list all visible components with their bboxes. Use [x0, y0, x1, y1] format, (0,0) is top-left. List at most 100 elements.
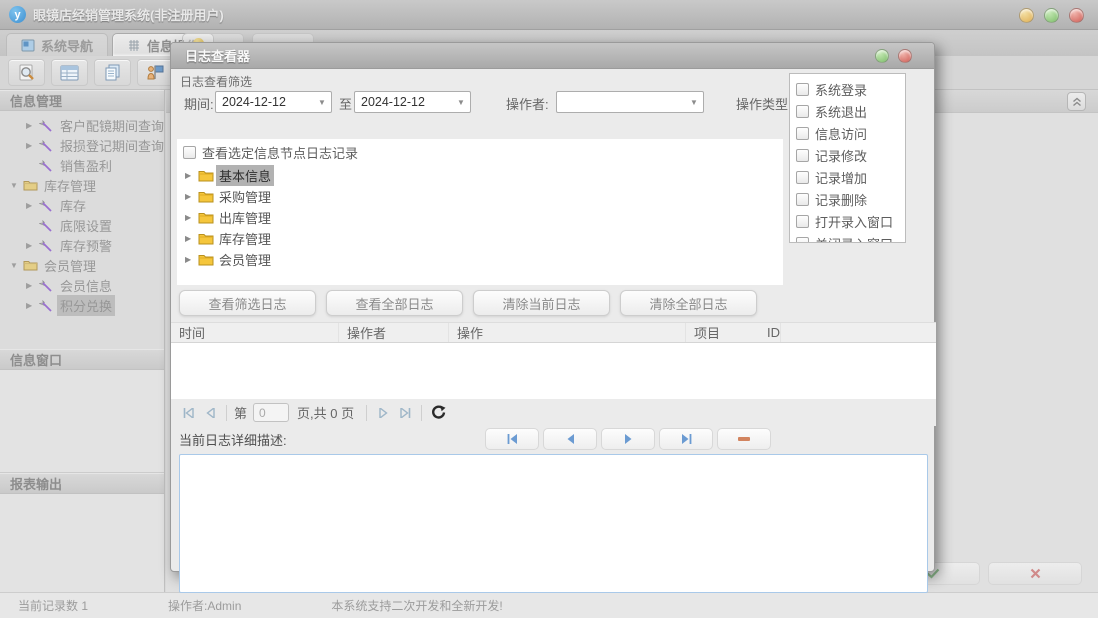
tree-expand-arrow-icon[interactable] — [185, 192, 198, 201]
log-table-column-header[interactable]: 操作者 — [339, 323, 449, 342]
sidebar-tree-item[interactable]: 报损登记期间查询 — [0, 135, 164, 155]
checkbox-icon[interactable] — [796, 214, 809, 228]
tree-expand-arrow-icon[interactable] — [10, 181, 23, 190]
tree-expand-arrow-icon[interactable] — [185, 171, 198, 180]
last-page-button[interactable] — [394, 403, 416, 423]
page-number-input[interactable] — [253, 403, 290, 422]
dialog-action-button-label: 查看筛选日志 — [208, 296, 287, 312]
dialog-maximize-button[interactable] — [875, 49, 889, 63]
operation-type-option[interactable]: 记录删除 — [790, 188, 905, 210]
tree-expand-arrow-icon[interactable] — [26, 301, 39, 310]
maximize-button[interactable] — [1044, 8, 1059, 23]
sidebar-tree-item[interactable]: 客户配镜期间查询 — [0, 115, 164, 135]
tree-expand-arrow-icon[interactable] — [185, 213, 198, 222]
tree-expand-arrow-icon[interactable] — [26, 201, 39, 210]
detail-prev-button[interactable] — [543, 428, 597, 450]
next-page-button[interactable] — [372, 403, 394, 423]
log-table-column-header[interactable]: 操作 — [449, 323, 686, 342]
first-page-button[interactable] — [177, 403, 199, 423]
log-tree-item[interactable]: 会员管理 — [179, 249, 274, 270]
confirm-cancel-button[interactable] — [988, 562, 1082, 585]
tree-expand-arrow-icon[interactable] — [26, 281, 39, 290]
period-to-dropdown[interactable]: 2024-12-12 ▼ — [354, 91, 471, 113]
minimize-button[interactable] — [1019, 8, 1034, 23]
tree-item-icon — [39, 159, 57, 172]
sidebar-tree-item[interactable]: 销售盈利 — [0, 155, 164, 175]
log-table-column-header[interactable]: 项目 — [686, 323, 759, 342]
documents-button[interactable] — [94, 59, 131, 86]
collapse-panel-button[interactable] — [1067, 92, 1086, 111]
log-table-body[interactable] — [171, 343, 936, 399]
tree-expand-arrow-icon[interactable] — [185, 234, 198, 243]
node-filter-checkbox-row[interactable]: 查看选定信息节点日志记录 — [183, 143, 358, 162]
tree-item-icon — [39, 139, 57, 152]
checkbox-icon[interactable] — [796, 170, 809, 184]
tree-item-label: 库存管理 — [44, 178, 97, 194]
operation-type-option[interactable]: 信息访问 — [790, 122, 905, 144]
log-tree-item[interactable]: 基本信息 — [179, 165, 275, 186]
tree-expand-arrow-icon[interactable] — [10, 261, 23, 270]
tree-item-icon — [39, 299, 57, 312]
operator-dropdown[interactable]: ▼ — [556, 91, 704, 113]
log-table-column-header[interactable]: 时间 — [171, 323, 339, 342]
sidebar-tree-item[interactable]: 积分兑换 — [0, 294, 164, 316]
operation-type-option[interactable]: 系统登录 — [790, 78, 905, 100]
to-label: 至 — [339, 97, 353, 112]
dialog-action-button[interactable]: 查看筛选日志 — [179, 290, 316, 316]
checkbox-icon[interactable] — [796, 192, 809, 206]
prev-page-button[interactable] — [199, 403, 221, 423]
dialog-close-button[interactable] — [898, 49, 912, 63]
chevron-down-icon[interactable]: ▼ — [452, 98, 470, 107]
operation-type-option[interactable]: 关闭录入窗口 — [790, 232, 905, 242]
log-tree-item[interactable]: 出库管理 — [179, 207, 274, 228]
refresh-button[interactable] — [427, 403, 449, 423]
sidebar-tree-item[interactable]: 会员信息 — [0, 275, 164, 295]
sidebar-tree-item[interactable]: 库存管理 — [0, 175, 164, 195]
dialog-action-button[interactable]: 查看全部日志 — [326, 290, 463, 316]
operation-type-option-label: 记录删除 — [815, 192, 868, 208]
dialog-action-button-label: 清除当前日志 — [502, 296, 581, 312]
chevron-down-icon[interactable]: ▼ — [685, 98, 703, 107]
status-record-count: 当前记录数 1 — [18, 599, 89, 613]
checkbox-icon[interactable] — [796, 82, 809, 96]
log-tree-item[interactable]: 库存管理 — [179, 228, 274, 249]
log-table-column-header[interactable]: ID — [759, 323, 781, 342]
sidebar-tree-item[interactable]: 会员管理 — [0, 255, 164, 275]
checkbox-icon[interactable] — [796, 236, 809, 242]
checkbox-icon[interactable] — [796, 126, 809, 140]
log-tree-item[interactable]: 采购管理 — [179, 186, 274, 207]
dialog-action-button[interactable]: 清除全部日志 — [620, 290, 757, 316]
checkbox-icon[interactable] — [796, 104, 809, 118]
operation-type-option[interactable]: 记录修改 — [790, 144, 905, 166]
operator-label: 操作者: — [506, 97, 549, 112]
tree-expand-arrow-icon[interactable] — [26, 121, 39, 130]
data-table-button[interactable] — [51, 59, 88, 86]
period-from-dropdown[interactable]: 2024-12-12 ▼ — [215, 91, 332, 113]
detail-next-button[interactable] — [601, 428, 655, 450]
detail-delete-button[interactable] — [717, 428, 771, 450]
separator — [366, 404, 368, 421]
column-header-label: 时间 — [179, 326, 206, 341]
user-report-button[interactable] — [137, 59, 174, 86]
sidebar-tree-item[interactable]: 库存 — [0, 195, 164, 215]
sidebar-tree-item[interactable]: 底限设置 — [0, 215, 164, 235]
chevron-down-icon[interactable]: ▼ — [313, 98, 331, 107]
operation-type-option-label: 记录增加 — [815, 170, 868, 186]
detail-textarea[interactable] — [179, 454, 928, 593]
tree-expand-arrow-icon[interactable] — [26, 141, 39, 150]
tree-expand-arrow-icon[interactable] — [26, 241, 39, 250]
ribbon-tab[interactable]: 系统导航 — [6, 33, 109, 56]
operation-type-option[interactable]: 系统退出 — [790, 100, 905, 122]
close-button[interactable] — [1069, 8, 1084, 23]
operation-type-option[interactable]: 打开录入窗口 — [790, 210, 905, 232]
search-preview-button[interactable] — [8, 59, 45, 86]
tree-expand-arrow-icon[interactable] — [185, 255, 198, 264]
detail-last-button[interactable] — [659, 428, 713, 450]
prev-icon — [567, 434, 574, 444]
dialog-action-button[interactable]: 清除当前日志 — [473, 290, 610, 316]
sidebar-tree-item[interactable]: 库存预警 — [0, 235, 164, 255]
checkbox-icon[interactable] — [796, 148, 809, 162]
checkbox-icon[interactable] — [183, 146, 196, 159]
detail-first-button[interactable] — [485, 428, 539, 450]
operation-type-option[interactable]: 记录增加 — [790, 166, 905, 188]
